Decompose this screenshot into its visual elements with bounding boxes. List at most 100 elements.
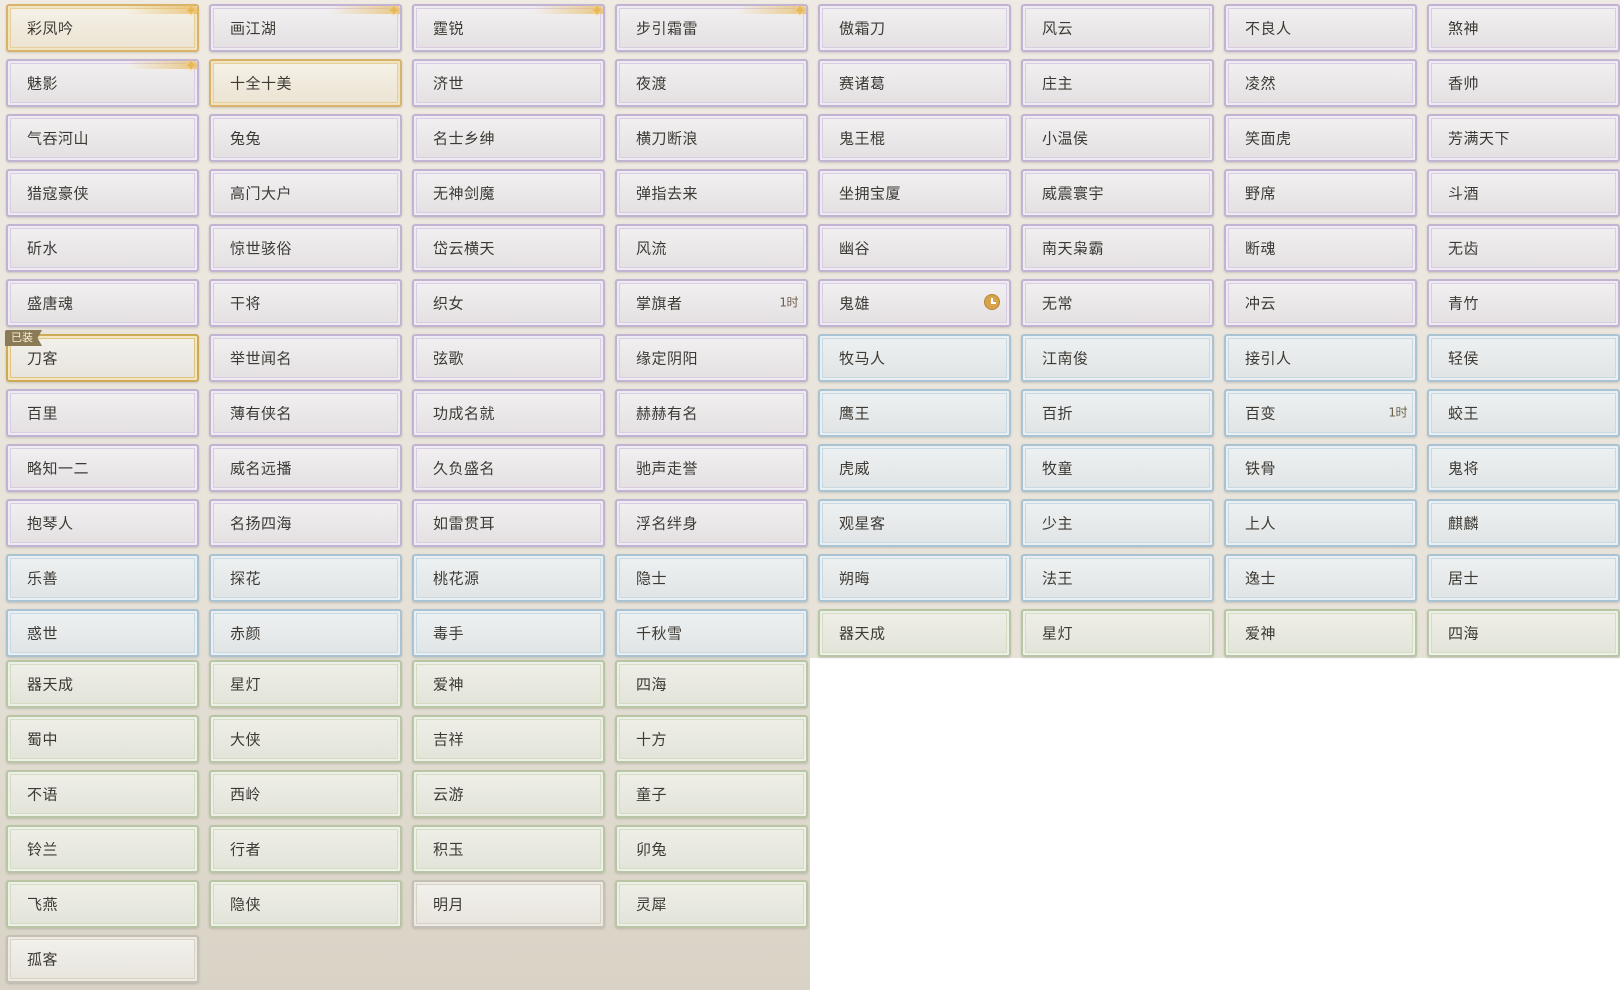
title-card[interactable]: 隐侠 [209, 880, 402, 928]
title-card[interactable]: 吉祥 [412, 715, 605, 763]
title-card[interactable]: 桃花源 [412, 554, 605, 602]
title-card[interactable]: 傲霜刀 [818, 4, 1011, 52]
title-card[interactable]: 鬼雄 [818, 279, 1011, 327]
title-card[interactable]: 盛唐魂 [6, 279, 199, 327]
title-card[interactable]: 风流 [615, 224, 808, 272]
title-card[interactable]: 少主 [1021, 499, 1214, 547]
title-card[interactable]: 织女 [412, 279, 605, 327]
title-card[interactable]: 不语 [6, 770, 199, 818]
title-card[interactable]: 久负盛名 [412, 444, 605, 492]
title-card[interactable]: 气吞河山 [6, 114, 199, 162]
title-card[interactable]: 朔晦 [818, 554, 1011, 602]
title-card[interactable]: 飞燕 [6, 880, 199, 928]
title-card[interactable]: 斗酒 [1427, 169, 1620, 217]
title-card[interactable]: 小温侯 [1021, 114, 1214, 162]
title-card[interactable]: 牧童 [1021, 444, 1214, 492]
title-card[interactable]: 鹰王 [818, 389, 1011, 437]
title-card[interactable]: 麒麟 [1427, 499, 1620, 547]
title-card[interactable]: 坐拥宝厦 [818, 169, 1011, 217]
title-card[interactable]: 毒手 [412, 609, 605, 657]
title-card[interactable]: 威震寰宇 [1021, 169, 1214, 217]
title-card[interactable]: 济世 [412, 59, 605, 107]
title-card[interactable]: 大侠 [209, 715, 402, 763]
title-card[interactable]: 孤客 [6, 935, 199, 983]
title-card[interactable]: 兔兔 [209, 114, 402, 162]
title-card[interactable]: 十方 [615, 715, 808, 763]
title-card[interactable]: 上人 [1224, 499, 1417, 547]
title-card[interactable]: 驰声走誉 [615, 444, 808, 492]
title-card[interactable]: 功成名就 [412, 389, 605, 437]
title-card[interactable]: 威名远播 [209, 444, 402, 492]
title-card[interactable]: 器天成 [6, 660, 199, 708]
title-card[interactable]: 已装 刀客 [5, 330, 199, 382]
title-card[interactable]: 名扬四海 [209, 499, 402, 547]
title-card[interactable]: 掌旗者 1时 [615, 279, 808, 327]
title-card[interactable]: 赫赫有名 [615, 389, 808, 437]
title-card[interactable]: 野席 [1224, 169, 1417, 217]
title-card[interactable]: 星灯 [209, 660, 402, 708]
title-card[interactable]: 百里 [6, 389, 199, 437]
title-card[interactable]: 风云 [1021, 4, 1214, 52]
title-card[interactable]: 十全十美 [209, 59, 402, 107]
title-card[interactable]: 抱琴人 [6, 499, 199, 547]
title-card[interactable]: 百变 1时 [1224, 389, 1417, 437]
title-card[interactable]: 薄有侠名 [209, 389, 402, 437]
title-card[interactable]: 赛诸葛 [818, 59, 1011, 107]
title-card[interactable]: 猎寇豪侠 [6, 169, 199, 217]
title-card[interactable]: 斫水 [6, 224, 199, 272]
title-card[interactable]: ✦ 霆锐 [412, 2, 605, 52]
title-card[interactable]: 缘定阴阳 [615, 334, 808, 382]
title-card[interactable]: 行者 [209, 825, 402, 873]
title-card[interactable]: 乐善 [6, 554, 199, 602]
title-card[interactable]: 法王 [1021, 554, 1214, 602]
title-card[interactable]: 不良人 [1224, 4, 1417, 52]
title-card[interactable]: 云游 [412, 770, 605, 818]
title-card[interactable]: 赤颜 [209, 609, 402, 657]
title-card[interactable]: 虎威 [818, 444, 1011, 492]
title-card[interactable]: 弦歌 [412, 334, 605, 382]
title-card[interactable]: 童子 [615, 770, 808, 818]
title-card[interactable]: 铃兰 [6, 825, 199, 873]
title-card[interactable]: 惑世 [6, 609, 199, 657]
title-card[interactable]: 江南俊 [1021, 334, 1214, 382]
title-card[interactable]: 弹指去来 [615, 169, 808, 217]
title-card[interactable]: 南天枭霸 [1021, 224, 1214, 272]
title-card[interactable]: 星灯 [1021, 609, 1214, 657]
title-card[interactable]: 观星客 [818, 499, 1011, 547]
title-card[interactable]: 探花 [209, 554, 402, 602]
title-card[interactable]: 干将 [209, 279, 402, 327]
title-card[interactable]: 惊世骇俗 [209, 224, 402, 272]
title-card[interactable]: 逸士 [1224, 554, 1417, 602]
title-card[interactable]: 蛟王 [1427, 389, 1620, 437]
title-card[interactable]: 庄主 [1021, 59, 1214, 107]
title-card[interactable]: 蜀中 [6, 715, 199, 763]
title-card[interactable]: 冲云 [1224, 279, 1417, 327]
title-card[interactable]: 牧马人 [818, 334, 1011, 382]
title-card[interactable]: 隐士 [615, 554, 808, 602]
title-card[interactable]: 积玉 [412, 825, 605, 873]
title-card[interactable]: 接引人 [1224, 334, 1417, 382]
title-card[interactable]: ✦ 画江湖 [209, 2, 402, 52]
title-card[interactable]: 百折 [1021, 389, 1214, 437]
title-card[interactable]: ✦ 彩凤吟 [6, 2, 199, 52]
title-card[interactable]: 芳满天下 [1427, 114, 1620, 162]
title-card[interactable]: 鬼王棍 [818, 114, 1011, 162]
title-card[interactable]: 幽谷 [818, 224, 1011, 272]
title-card[interactable]: 笑面虎 [1224, 114, 1417, 162]
title-card[interactable]: 无常 [1021, 279, 1214, 327]
title-card[interactable]: ✦ 魅影 [6, 57, 199, 107]
title-card[interactable]: 居士 [1427, 554, 1620, 602]
title-card[interactable]: 灵犀 [615, 880, 808, 928]
title-card[interactable]: 爱神 [1224, 609, 1417, 657]
title-card[interactable]: 铁骨 [1224, 444, 1417, 492]
title-card[interactable]: 西岭 [209, 770, 402, 818]
title-card[interactable]: 凌然 [1224, 59, 1417, 107]
title-card[interactable]: 如雷贯耳 [412, 499, 605, 547]
title-card[interactable]: 器天成 [818, 609, 1011, 657]
title-card[interactable]: 千秋雪 [615, 609, 808, 657]
title-card[interactable]: 轻侯 [1427, 334, 1620, 382]
title-card[interactable]: 断魂 [1224, 224, 1417, 272]
title-card[interactable]: 四海 [615, 660, 808, 708]
title-card[interactable]: 举世闻名 [209, 334, 402, 382]
title-card[interactable]: 横刀断浪 [615, 114, 808, 162]
